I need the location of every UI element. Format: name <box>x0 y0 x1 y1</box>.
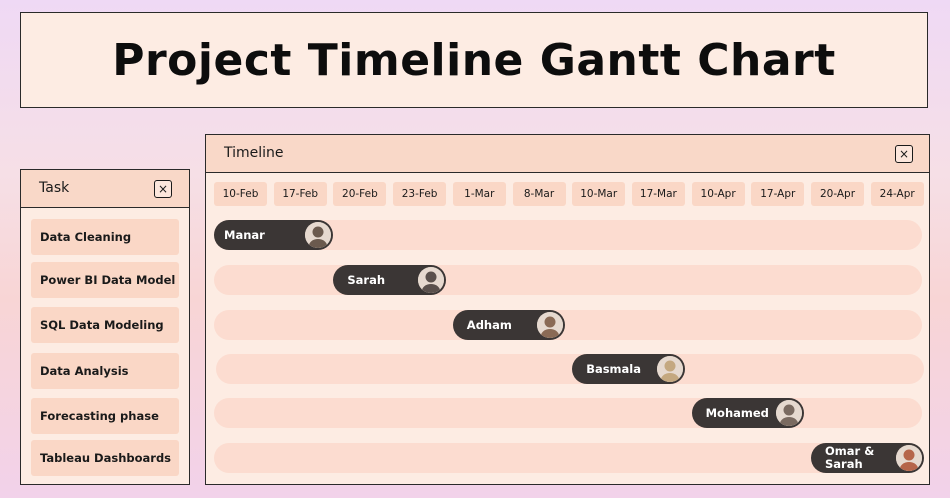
gantt-bar-assignee-label: Omar & Sarah <box>825 444 875 471</box>
gantt-bar[interactable]: Basmala <box>572 354 685 384</box>
task-item[interactable]: Data Cleaning <box>31 219 179 255</box>
gantt-row-track <box>216 354 924 384</box>
task-panel-close-icon[interactable]: × <box>154 180 172 198</box>
date-tick-label: 17-Feb <box>273 182 327 206</box>
task-panel-header: Task × <box>21 170 189 208</box>
gantt-row-track <box>214 265 922 295</box>
date-tick-label: 10-Apr <box>691 182 745 206</box>
gantt-bar-assignee-label: Basmala <box>586 361 642 376</box>
date-tick-label: 17-Mar <box>631 182 685 206</box>
date-tick-label: 24-Apr <box>870 182 924 206</box>
basmala-avatar-icon <box>656 356 683 382</box>
timeline-panel: Timeline × 10-Feb 17-Feb 20-Feb 23-Feb 1-Mar… <box>205 134 930 485</box>
task-item[interactable]: Forecasting phase <box>31 398 179 434</box>
title-banner: Project Timeline Gantt Chart <box>20 12 928 108</box>
gantt-bar[interactable]: Adham <box>452 310 566 340</box>
gantt-bar-assignee-label: Mohamed <box>705 405 769 420</box>
date-tick-label: 1-Mar <box>452 182 506 206</box>
task-panel-title: Task <box>39 180 70 196</box>
gantt-bar[interactable]: Mohamed <box>691 398 805 428</box>
task-item[interactable]: Tableau Dashboards <box>31 440 179 476</box>
date-tick-label: 8-Mar <box>512 182 566 206</box>
page-title: Project Timeline Gantt Chart <box>112 34 836 86</box>
gantt-bar-assignee-label: Adham <box>466 317 512 332</box>
gantt-row-track <box>214 398 922 428</box>
gantt-bar-assignee-label: Sarah <box>347 272 386 287</box>
manar-avatar-icon <box>304 222 331 248</box>
timeline-panel-close-icon[interactable]: × <box>895 145 913 163</box>
gantt-row-track <box>214 310 922 340</box>
gantt-bar[interactable]: Sarah <box>333 265 447 295</box>
task-panel: Task × Data Cleaning Power BI Data Model S… <box>20 169 190 485</box>
task-item[interactable]: SQL Data Modeling <box>31 307 179 343</box>
sarah-avatar-icon <box>418 267 445 293</box>
date-tick-label: 23-Feb <box>393 182 447 206</box>
date-tick-label: 10-Feb <box>214 182 267 206</box>
omar-sarah-avatar-icon <box>895 445 922 471</box>
gantt-bar-assignee-label: Manar <box>224 227 265 242</box>
date-tick-label: 10-Mar <box>572 182 626 206</box>
adham-avatar-icon <box>537 312 564 338</box>
timeline-panel-header: Timeline × <box>206 135 929 173</box>
gantt-bar[interactable]: Manar <box>214 220 333 250</box>
date-tick-label: 20-Feb <box>333 182 387 206</box>
timeline-panel-title: Timeline <box>224 145 284 161</box>
task-item[interactable]: Data Analysis <box>31 353 179 389</box>
gantt-bar[interactable]: Omar & Sarah <box>811 443 924 473</box>
task-item[interactable]: Power BI Data Model <box>31 262 179 298</box>
date-tick-label: 20-Apr <box>811 182 864 206</box>
mohamed-avatar-icon <box>776 400 803 426</box>
date-tick-label: 17-Apr <box>751 182 805 206</box>
